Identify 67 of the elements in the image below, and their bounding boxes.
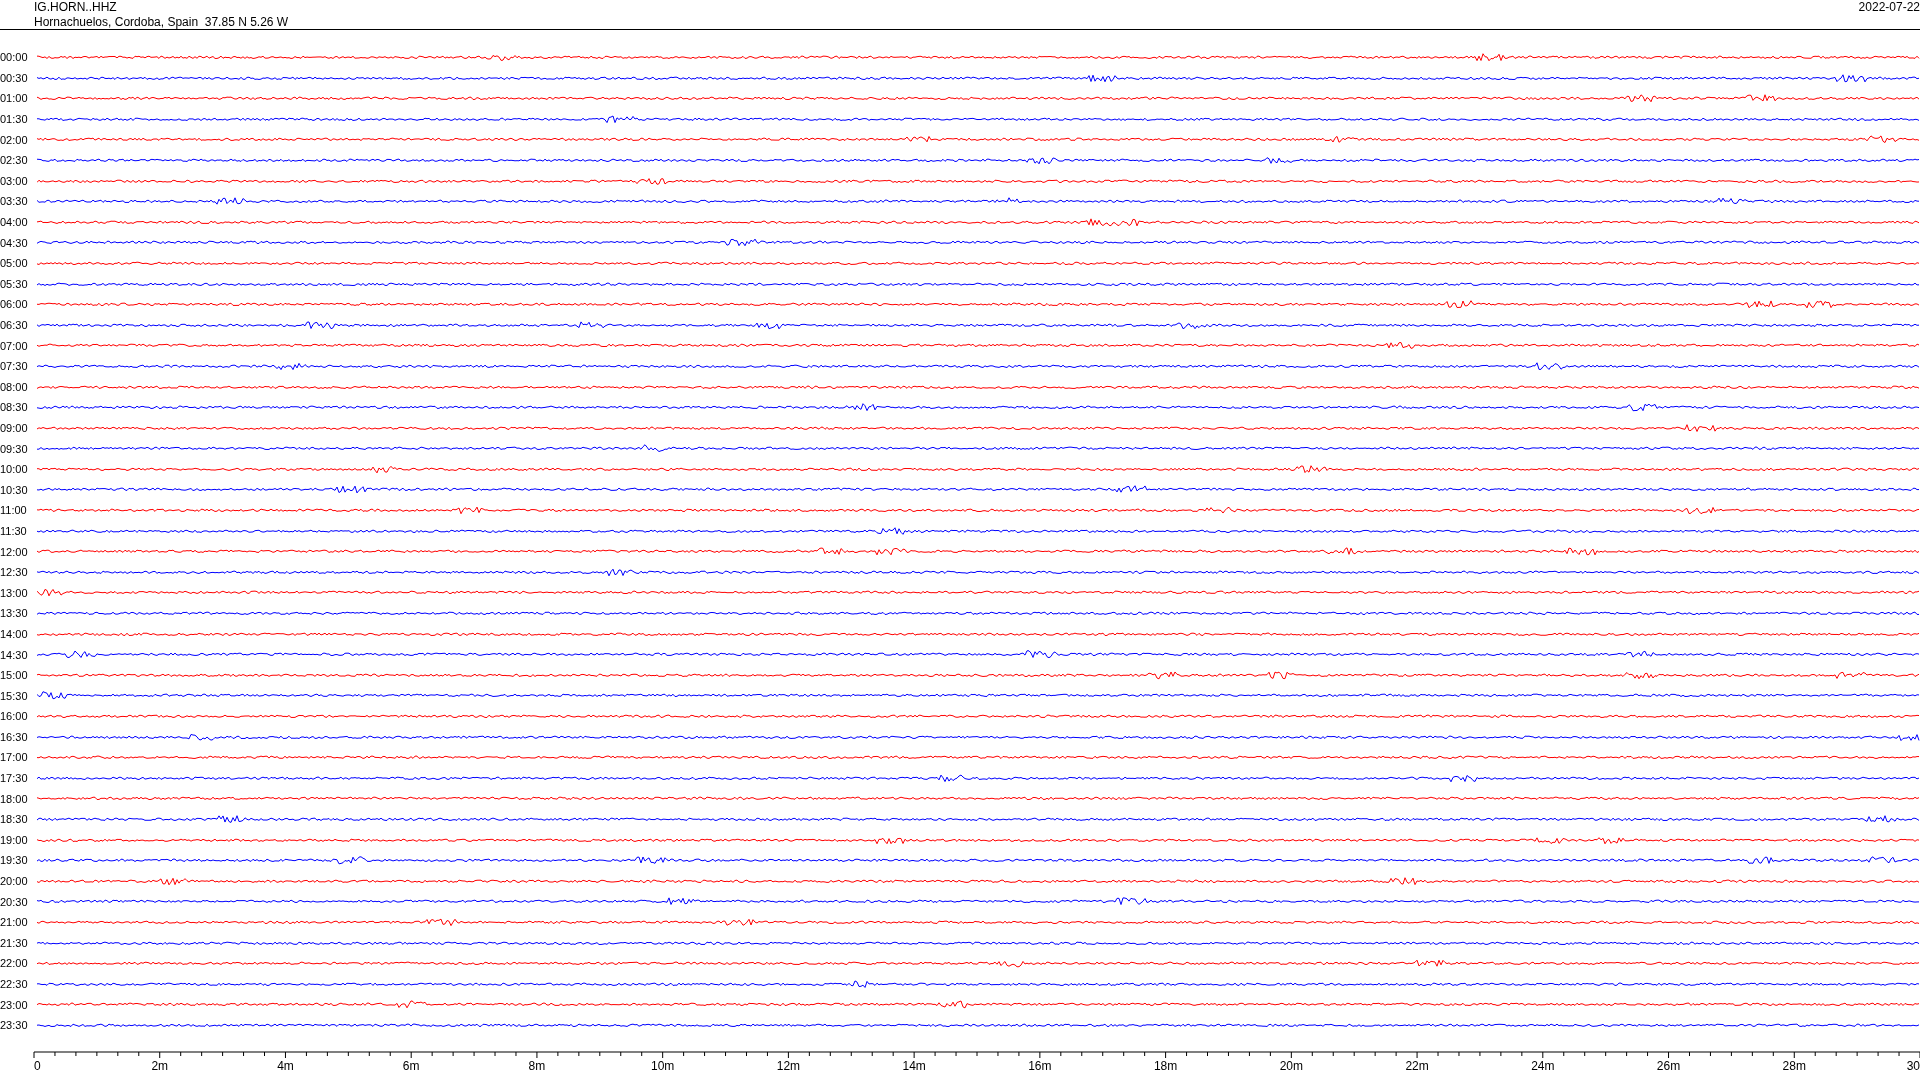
time-label: 15:30 [0, 689, 29, 702]
axis-label: 30 [1906, 1059, 1920, 1073]
axis-label: 22m [1405, 1059, 1429, 1073]
station-code: IG.HORN..HHZ [34, 0, 118, 15]
time-label: 01:30 [0, 113, 29, 126]
time-label: 18:00 [0, 792, 29, 805]
time-label: 19:30 [0, 854, 29, 867]
time-label: 22:30 [0, 978, 29, 990]
time-label: 21:30 [0, 936, 29, 949]
axis-label: 12m [776, 1059, 801, 1073]
time-label: 16:00 [0, 710, 29, 723]
time-label: 23:30 [0, 1019, 29, 1032]
axis-label: 24m [1531, 1059, 1555, 1073]
time-label: 04:30 [0, 236, 29, 249]
time-label: 17:30 [0, 772, 29, 785]
time-label: 06:30 [0, 319, 29, 331]
time-label: 08:30 [0, 401, 29, 414]
time-label: 13:30 [0, 607, 29, 620]
time-label: 01:00 [0, 92, 29, 105]
time-label: 03:30 [0, 195, 29, 208]
time-label: 05:00 [0, 257, 29, 270]
time-label: 04:00 [0, 216, 29, 229]
time-label: 00:00 [0, 51, 29, 64]
station-location: Hornachuelos, Cordoba, Spain 37.85 N 5.26 W [34, 15, 289, 30]
time-label: 19:00 [0, 833, 29, 846]
axis-label: 2m [151, 1059, 169, 1073]
time-label: 20:30 [0, 895, 29, 908]
time-label: 15:00 [0, 669, 29, 682]
time-label: 10:00 [0, 463, 29, 476]
time-label: 10:30 [0, 483, 29, 496]
axis-label: 6m [402, 1059, 420, 1073]
axis-label: 0 [34, 1059, 41, 1073]
time-label: 05:30 [0, 277, 29, 290]
time-label: 11:00 [0, 504, 28, 517]
time-label: 06:00 [0, 298, 29, 311]
time-label: 03:00 [0, 174, 29, 187]
time-label: 18:30 [0, 813, 29, 826]
time-label: 02:30 [0, 154, 29, 167]
time-label: 08:00 [0, 380, 29, 393]
time-label: 20:00 [0, 875, 29, 888]
time-label: 23:00 [0, 998, 29, 1011]
time-label: 14:00 [0, 627, 29, 640]
time-label: 02:00 [0, 133, 29, 146]
axis-label: 4m [277, 1059, 294, 1073]
time-label: 13:00 [0, 586, 29, 599]
time-label: 00:30 [0, 71, 29, 84]
time-label: 21:00 [0, 916, 29, 929]
axis-label: 10m [651, 1059, 675, 1073]
time-label: 22:00 [0, 957, 29, 970]
time-label: 12:30 [0, 566, 29, 579]
time-label: 09:30 [0, 442, 29, 455]
axis-label: 20m [1279, 1059, 1303, 1073]
axis-label: 26m [1656, 1059, 1681, 1073]
plot-date: 2022-07-22 [1858, 0, 1920, 15]
time-label: 12:00 [0, 545, 29, 558]
axis-label: 18m [1153, 1059, 1178, 1073]
time-label: 07:30 [0, 360, 29, 373]
axis-label: 14m [902, 1059, 926, 1073]
time-label: 16:30 [0, 730, 29, 743]
time-label: 09:00 [0, 422, 29, 434]
time-label: 17:00 [0, 751, 29, 764]
axis-label: 28m [1782, 1059, 1806, 1073]
axis-label: 8m [528, 1059, 546, 1073]
axis-label: 16m [1028, 1059, 1052, 1073]
time-label: 11:30 [0, 524, 28, 537]
time-label: 14:30 [0, 648, 29, 661]
time-label: 07:00 [0, 339, 29, 352]
